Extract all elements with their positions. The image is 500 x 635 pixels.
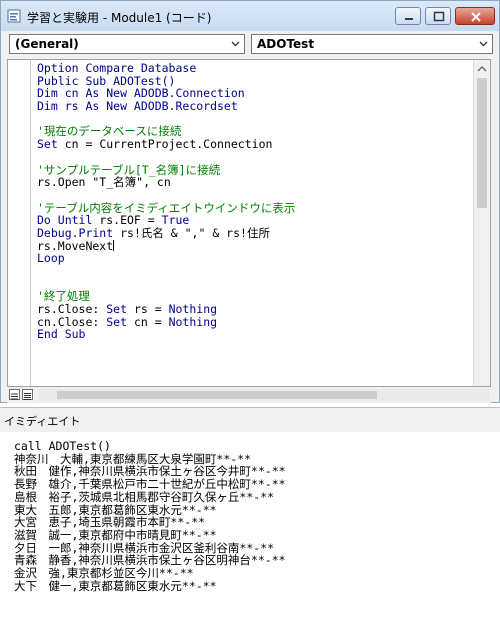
code-line[interactable]: Dim rs As New ADODB.Recordset bbox=[37, 100, 295, 113]
immediate-line: call ADOTest() bbox=[14, 439, 111, 453]
code-token: End Sub bbox=[37, 327, 86, 342]
margin-indicator-bar[interactable] bbox=[8, 60, 31, 386]
full-module-view-icon bbox=[24, 393, 31, 400]
minimize-icon bbox=[405, 18, 413, 20]
immediate-output[interactable]: call ADOTest() 神奈川 大輔,東京都練馬区大泉学園町**-** 秋田 … bbox=[14, 440, 286, 592]
scroll-up-icon[interactable] bbox=[474, 62, 490, 76]
code-token: rs!氏名 & "," & rs!住所 bbox=[113, 225, 270, 240]
code-line[interactable]: Set cn = CurrentProject.Connection bbox=[37, 138, 295, 151]
object-combo-value: (General) bbox=[15, 37, 79, 51]
code-line[interactable]: rs.MoveNext bbox=[37, 239, 295, 253]
immediate-line: 滋賀 誠一,東京都府中市晴見町**-** bbox=[14, 527, 217, 542]
code-line[interactable]: Loop bbox=[37, 252, 295, 265]
immediate-line: 長野 雄介,千葉県松戸市二十世紀が丘中松町**-** bbox=[14, 477, 286, 492]
immediate-line: 島根 裕子,茨城県北相馬郡守谷町久保ヶ丘**-** bbox=[14, 489, 275, 504]
code-line[interactable]: rs.Open "T_名簿", cn bbox=[37, 176, 295, 189]
code-token: Dim rs As New ADODB.Recordset bbox=[37, 99, 238, 114]
code-text[interactable]: Option Compare Database Public Sub ADOTes… bbox=[37, 62, 295, 341]
vba-module-icon bbox=[7, 9, 21, 23]
vertical-scrollbar[interactable] bbox=[473, 60, 490, 386]
code-token: Loop bbox=[37, 251, 65, 266]
chevron-down-icon[interactable] bbox=[475, 35, 492, 53]
code-token: Nothing bbox=[168, 314, 218, 329]
chevron-down-icon[interactable] bbox=[227, 35, 244, 53]
procedure-view-button[interactable] bbox=[9, 389, 20, 400]
code-line[interactable] bbox=[37, 265, 295, 278]
code-line[interactable]: End Sub bbox=[37, 328, 295, 341]
full-module-view-button[interactable] bbox=[22, 389, 33, 400]
vertical-scroll-thumb[interactable] bbox=[477, 78, 487, 208]
code-token: cn = bbox=[127, 314, 169, 329]
object-combo[interactable]: (General) bbox=[9, 34, 245, 54]
code-token: rs.Open "T_名簿", cn bbox=[37, 175, 171, 190]
immediate-window[interactable]: call ADOTest() 神奈川 大輔,東京都練馬区大泉学園町**-** 秋田 … bbox=[0, 432, 500, 635]
title-bar[interactable]: 学習と実験用 - Module1 (コード) bbox=[1, 1, 499, 31]
close-icon bbox=[471, 12, 481, 22]
code-token: cn = CurrentProject.Connection bbox=[57, 137, 273, 152]
combo-bar: (General) ADOTest bbox=[1, 31, 499, 57]
immediate-window-header[interactable]: イミディエイト bbox=[0, 407, 500, 433]
procedure-combo-value: ADOTest bbox=[257, 37, 315, 51]
maximize-button[interactable] bbox=[425, 7, 451, 25]
text-caret bbox=[113, 239, 115, 251]
window-title: 学習と実験用 - Module1 (コード) bbox=[27, 11, 212, 25]
maximize-icon bbox=[433, 11, 445, 22]
minimize-button[interactable] bbox=[395, 7, 421, 25]
code-token: Set bbox=[37, 137, 58, 152]
immediate-line: 大下 健一,東京都葛飾区東水元**-** bbox=[14, 578, 217, 593]
immediate-line: 金沢 強,東京都杉並区今川**-** bbox=[14, 566, 194, 581]
procedure-view-icon bbox=[11, 393, 18, 400]
code-editor[interactable]: Option Compare Database Public Sub ADOTes… bbox=[7, 59, 491, 387]
close-button[interactable] bbox=[455, 7, 495, 25]
horizontal-scrollbar[interactable] bbox=[39, 389, 489, 401]
horizontal-scroll-thumb[interactable] bbox=[57, 391, 377, 399]
editor-bottom-bar bbox=[7, 387, 491, 403]
immediate-window-title: イミディエイト bbox=[4, 415, 81, 428]
code-token: Set bbox=[106, 314, 128, 329]
procedure-combo[interactable]: ADOTest bbox=[251, 34, 493, 54]
code-window: 学習と実験用 - Module1 (コード) (General) ADOTest… bbox=[0, 0, 500, 403]
